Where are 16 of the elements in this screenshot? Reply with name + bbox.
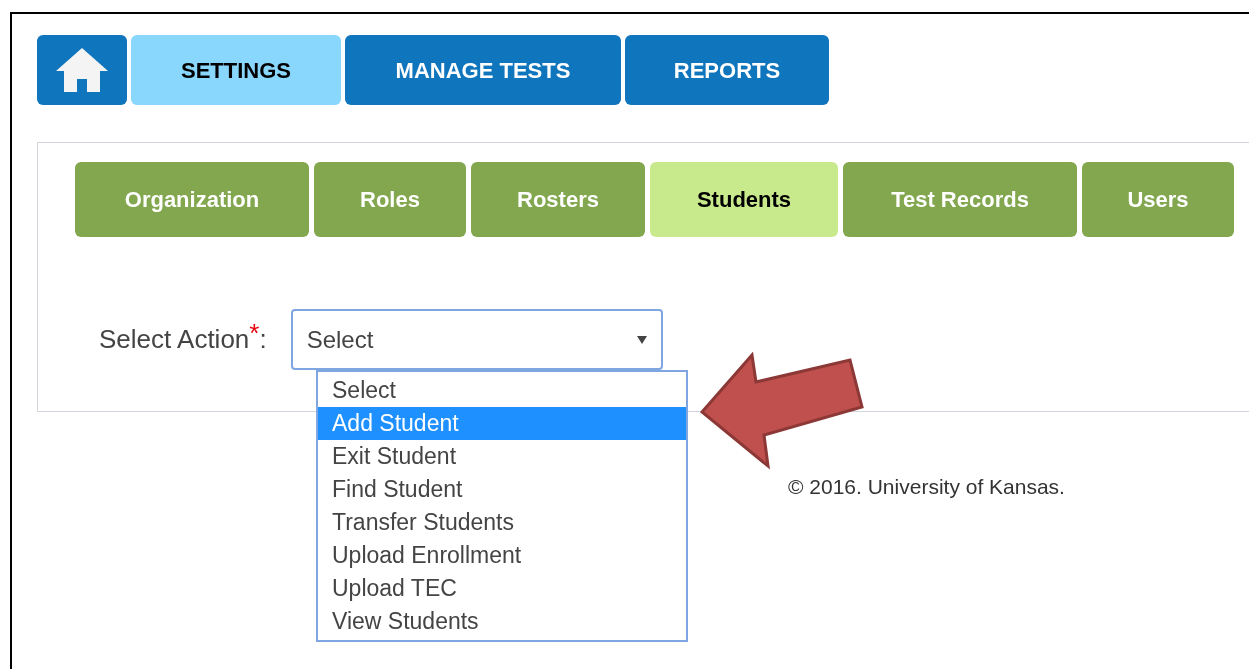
dropdown-option[interactable]: Upload Enrollment: [318, 539, 686, 572]
action-select[interactable]: Select: [290, 309, 663, 370]
nav-tab[interactable]: SETTINGS: [131, 35, 341, 105]
dropdown-option[interactable]: View Students: [318, 605, 686, 638]
dropdown-option[interactable]: Upload TEC: [318, 572, 686, 605]
home-button[interactable]: [37, 35, 127, 105]
copyright-text: © 2016. University of Kansas.: [788, 474, 1065, 500]
dropdown-option[interactable]: Transfer Students: [318, 506, 686, 539]
sub-tab[interactable]: Students: [650, 162, 838, 237]
nav-tab[interactable]: MANAGE TESTS: [345, 35, 621, 105]
dropdown-option[interactable]: Select: [318, 374, 686, 407]
dropdown-option[interactable]: Find Student: [318, 473, 686, 506]
nav-tab[interactable]: REPORTS: [625, 35, 829, 105]
dropdown-option[interactable]: Exit Student: [318, 440, 686, 473]
dropdown-caret-icon: [636, 335, 647, 344]
home-icon: [54, 46, 110, 94]
